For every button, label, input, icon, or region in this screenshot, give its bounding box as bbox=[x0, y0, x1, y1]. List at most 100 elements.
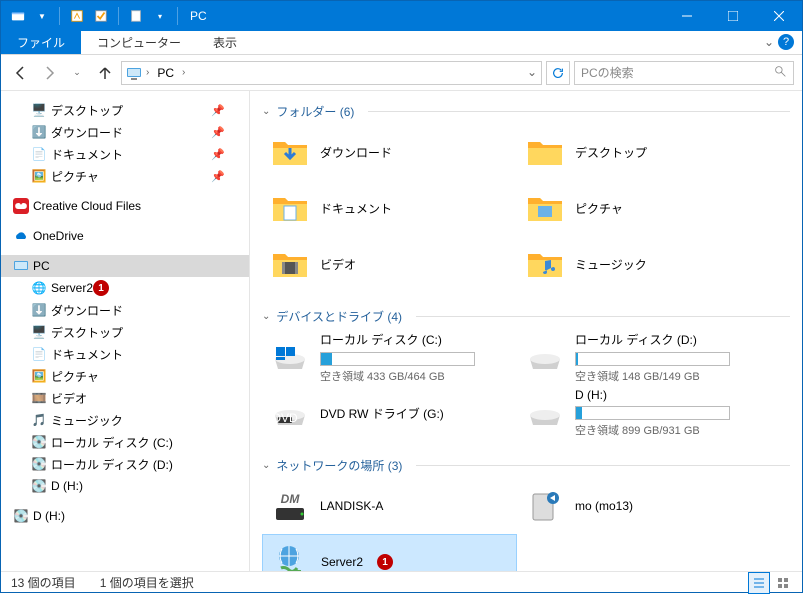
tab-file[interactable]: ファイル bbox=[1, 31, 81, 54]
music-icon: 🎵 bbox=[31, 412, 47, 428]
tree-disk-c[interactable]: 💽ローカル ディスク (C:) bbox=[1, 431, 249, 453]
group-header-drives[interactable]: ⌄デバイスとドライブ (4) bbox=[262, 304, 790, 329]
drive-c[interactable]: ローカル ディスク (C:)空き領域 433 GB/464 GB bbox=[262, 329, 517, 385]
chevron-right-icon[interactable]: › bbox=[146, 67, 149, 78]
folder-documents[interactable]: ドキュメント bbox=[262, 180, 517, 236]
recent-dropdown-icon[interactable]: ⌄ bbox=[65, 61, 89, 85]
tree-onedrive[interactable]: OneDrive bbox=[1, 225, 249, 247]
tree-pc-documents[interactable]: 📄ドキュメント bbox=[1, 343, 249, 365]
tree-documents[interactable]: 📄ドキュメント📌 bbox=[1, 143, 249, 165]
tree-pc-desktop[interactable]: 🖥️デスクトップ bbox=[1, 321, 249, 343]
up-button[interactable] bbox=[93, 61, 117, 85]
status-selected-count: 1 個の項目を選択 bbox=[100, 574, 194, 591]
dvd-drive-icon: DVD bbox=[270, 393, 310, 433]
disk-icon: 💽 bbox=[31, 478, 47, 494]
network-location-icon: 🌐 bbox=[31, 280, 47, 296]
svg-text:DМ: DМ bbox=[281, 492, 301, 506]
tree-pc[interactable]: PC bbox=[1, 255, 249, 277]
tree-server2[interactable]: 🌐Server21 bbox=[1, 277, 249, 299]
tree-pc-downloads[interactable]: ⬇️ダウンロード bbox=[1, 299, 249, 321]
view-details-button[interactable] bbox=[748, 572, 770, 594]
properties-icon[interactable] bbox=[66, 5, 88, 27]
tree-disk-d[interactable]: 💽ローカル ディスク (D:) bbox=[1, 453, 249, 475]
pin-icon: 📌 bbox=[211, 126, 225, 139]
tree-desktop[interactable]: 🖥️デスクトップ📌 bbox=[1, 99, 249, 121]
group-network: ⌄ネットワークの場所 (3) DМLANDISK-A mo (mo13) Ser… bbox=[262, 453, 790, 571]
tree-pictures[interactable]: 🖼️ピクチャ📌 bbox=[1, 165, 249, 187]
chevron-down-icon: ⌄ bbox=[262, 460, 270, 471]
navbar: ⌄ › PC › ⌄ PCの検索 bbox=[1, 55, 802, 91]
usage-bar bbox=[575, 352, 730, 366]
videos-folder-icon bbox=[270, 244, 310, 284]
annotation-badge: 1 bbox=[377, 554, 393, 570]
drive-d[interactable]: ローカル ディスク (D:)空き領域 148 GB/149 GB bbox=[517, 329, 772, 385]
network-mo[interactable]: mo (mo13) bbox=[517, 478, 772, 534]
forward-button[interactable] bbox=[37, 61, 61, 85]
address-dropdown-icon[interactable]: ⌄ bbox=[527, 65, 537, 79]
search-placeholder: PCの検索 bbox=[581, 64, 634, 81]
usage-bar bbox=[320, 352, 475, 366]
drive-h[interactable]: D (H:)空き領域 899 GB/931 GB bbox=[517, 385, 772, 441]
search-input[interactable]: PCの検索 bbox=[574, 61, 794, 85]
chevron-down-icon[interactable]: ▼ bbox=[31, 5, 53, 27]
picture-icon: 🖼️ bbox=[31, 368, 47, 384]
address-bar[interactable]: › PC › ⌄ bbox=[121, 61, 542, 85]
document-icon: 📄 bbox=[31, 146, 47, 162]
disk-icon: 💽 bbox=[31, 434, 47, 450]
disk-icon: 💽 bbox=[13, 508, 29, 524]
group-header-folders[interactable]: ⌄フォルダー (6) bbox=[262, 99, 790, 124]
tree-creative-cloud[interactable]: Creative Cloud Files bbox=[1, 195, 249, 217]
tree-pc-videos[interactable]: 🎞️ビデオ bbox=[1, 387, 249, 409]
pin-icon: 📌 bbox=[211, 170, 225, 183]
tree-downloads[interactable]: ⬇️ダウンロード📌 bbox=[1, 121, 249, 143]
network-landisk[interactable]: DМLANDISK-A bbox=[262, 478, 517, 534]
desktop-icon: 🖥️ bbox=[31, 324, 47, 340]
tab-view[interactable]: 表示 bbox=[197, 31, 253, 54]
minimize-button[interactable] bbox=[664, 1, 710, 31]
annotation-badge: 1 bbox=[93, 280, 109, 296]
tree-pc-music[interactable]: 🎵ミュージック bbox=[1, 409, 249, 431]
content-pane[interactable]: ⌄フォルダー (6) ダウンロード デスクトップ ドキュメント ピクチャ ビデオ… bbox=[250, 91, 802, 571]
folder-music[interactable]: ミュージック bbox=[517, 236, 772, 292]
search-icon[interactable] bbox=[774, 65, 787, 81]
app-icon[interactable] bbox=[7, 5, 29, 27]
group-drives: ⌄デバイスとドライブ (4) ローカル ディスク (C:)空き領域 433 GB… bbox=[262, 304, 790, 441]
tree-pc-pictures[interactable]: 🖼️ピクチャ bbox=[1, 365, 249, 387]
crumb-pc[interactable]: PC bbox=[153, 66, 178, 80]
network-server2[interactable]: Server21 bbox=[262, 534, 517, 571]
folder-desktop[interactable]: デスクトップ bbox=[517, 124, 772, 180]
picture-icon: 🖼️ bbox=[31, 168, 47, 184]
nav-tree[interactable]: 🖥️デスクトップ📌 ⬇️ダウンロード📌 📄ドキュメント📌 🖼️ピクチャ📌 Cre… bbox=[1, 91, 249, 571]
tab-computer[interactable]: コンピューター bbox=[81, 31, 197, 54]
drive-icon bbox=[525, 393, 565, 433]
video-icon: 🎞️ bbox=[31, 390, 47, 406]
tree-disk-h1[interactable]: 💽D (H:) bbox=[1, 475, 249, 497]
folder-pictures[interactable]: ピクチャ bbox=[517, 180, 772, 236]
document-icon: 📄 bbox=[31, 346, 47, 362]
drive-g[interactable]: DVDDVD RW ドライブ (G:) bbox=[262, 385, 517, 441]
group-folders: ⌄フォルダー (6) ダウンロード デスクトップ ドキュメント ピクチャ ビデオ… bbox=[262, 99, 790, 292]
chevron-right-icon[interactable]: › bbox=[182, 67, 185, 78]
refresh-button[interactable] bbox=[546, 61, 570, 85]
pin-icon: 📌 bbox=[211, 148, 225, 161]
qat-dropdown-icon[interactable]: ▾ bbox=[149, 5, 171, 27]
checkbox-icon[interactable] bbox=[90, 5, 112, 27]
download-icon: ⬇️ bbox=[31, 124, 47, 140]
folder-downloads[interactable]: ダウンロード bbox=[262, 124, 517, 180]
back-button[interactable] bbox=[9, 61, 33, 85]
drive-icon bbox=[270, 337, 310, 377]
ribbon-collapse-icon[interactable]: ⌄ bbox=[764, 35, 774, 49]
maximize-button[interactable] bbox=[710, 1, 756, 31]
pc-icon bbox=[126, 65, 142, 81]
help-icon[interactable]: ? bbox=[778, 34, 794, 50]
blank-icon[interactable] bbox=[125, 5, 147, 27]
tree-disk-h2[interactable]: 💽D (H:) bbox=[1, 505, 249, 527]
usage-bar bbox=[575, 406, 730, 420]
download-icon: ⬇️ bbox=[31, 302, 47, 318]
view-large-button[interactable] bbox=[772, 572, 794, 594]
documents-folder-icon bbox=[270, 188, 310, 228]
group-header-network[interactable]: ⌄ネットワークの場所 (3) bbox=[262, 453, 790, 478]
folder-videos[interactable]: ビデオ bbox=[262, 236, 517, 292]
disk-icon: 💽 bbox=[31, 456, 47, 472]
close-button[interactable] bbox=[756, 1, 802, 31]
